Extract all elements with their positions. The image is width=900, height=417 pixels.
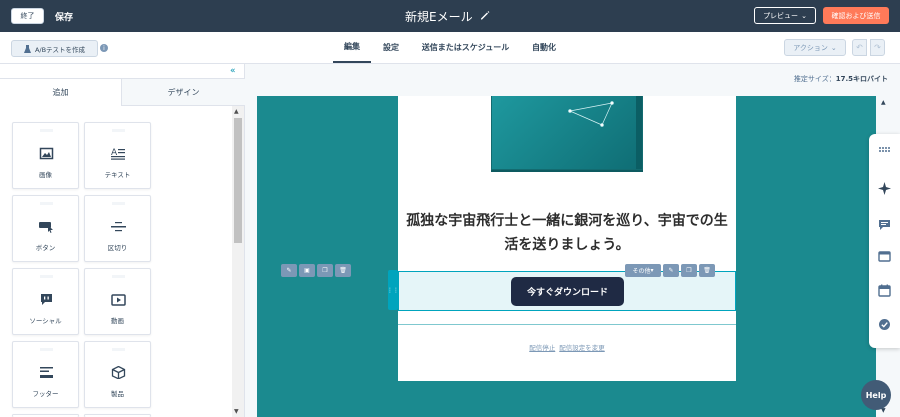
trash-icon[interactable]: 🗑 (699, 264, 715, 277)
save-icon[interactable]: ▣ (299, 264, 315, 277)
scroll-up-icon[interactable]: ▲ (881, 99, 886, 106)
actions-dropdown[interactable]: アクション ⌄ (784, 39, 846, 56)
email-canvas: 孤独な宇宙飛行士と一緒に銀河を巡り、宇宙での生活を送りましょう。 今すぐダウンロ… (257, 96, 876, 417)
product-icon (111, 366, 126, 379)
tab-add[interactable]: 追加 (0, 78, 122, 106)
left-panel: « 追加 デザイン 画像 A テキスト ボタン 区切り ソーシャル 動画 フッタ… (0, 64, 245, 417)
divider-icon (111, 222, 126, 232)
grid-dots-icon[interactable] (878, 143, 891, 156)
estimated-size-value: 17.5キロバイト (835, 75, 888, 83)
module-label: フッター (32, 390, 59, 398)
module-divider[interactable]: 区切り (84, 195, 151, 262)
drag-grip-icon (40, 275, 53, 278)
drag-grip-icon (112, 202, 125, 205)
canvas-header: 推定サイズ：17.5キロバイト (246, 64, 900, 96)
module-video[interactable]: 動画 (84, 268, 151, 335)
copy-icon[interactable]: ❐ (317, 264, 333, 277)
tab-design[interactable]: デザイン (122, 78, 245, 106)
drag-handle-icon[interactable]: ⋮⋮ (387, 270, 399, 310)
email-title: 新規Eメール (405, 10, 473, 24)
drag-grip-icon (40, 348, 53, 351)
browser-icon[interactable] (878, 250, 891, 263)
social-icon (41, 294, 52, 305)
tab-automation[interactable]: 自動化 (526, 32, 562, 63)
footer-icon (40, 367, 53, 378)
unsubscribe-link[interactable]: 配信停止 (529, 344, 555, 352)
info-icon[interactable]: i (100, 44, 108, 52)
trash-icon[interactable]: 🗑 (335, 264, 351, 277)
tab-settings[interactable]: 設定 (377, 32, 405, 63)
comment-icon[interactable] (878, 218, 891, 231)
module-label: 動画 (111, 317, 124, 325)
module-social[interactable]: ソーシャル (12, 268, 79, 335)
editor-toolbar: A/Bテストを作成 i 編集 設定 送信またはスケジュール 自動化 アクション … (0, 32, 900, 64)
ab-test-button[interactable]: A/Bテストを作成 (11, 40, 98, 57)
video-icon (111, 294, 126, 306)
scroll-down-icon[interactable]: ▼ (234, 408, 239, 415)
more-label: その他 (632, 268, 651, 275)
ab-test-label: A/Bテストを作成 (34, 45, 86, 54)
module-label: 画像 (39, 171, 52, 179)
redo-icon[interactable]: ↷ (870, 39, 885, 56)
scrollbar-thumb[interactable] (234, 118, 242, 243)
text-icon: A (111, 148, 125, 160)
email-headline[interactable]: 孤独な宇宙飛行士と一緒に銀河を巡り、宇宙での生活を送りましょう。 (406, 209, 728, 257)
button-icon (39, 222, 53, 233)
module-label: ボタン (35, 244, 56, 252)
estimated-size: 推定サイズ：17.5キロバイト (794, 74, 888, 84)
module-label: ソーシャル (29, 317, 62, 325)
side-toolbar (869, 134, 900, 348)
module-label: 製品 (111, 390, 124, 398)
undo-icon[interactable]: ↶ (852, 39, 867, 56)
scroll-up-icon[interactable]: ▲ (234, 108, 239, 115)
preview-button[interactable]: プレビュー ⌄ (754, 7, 816, 24)
section-toolbar: ✎ ▣ ❐ 🗑 (281, 264, 351, 277)
review-and-send-button[interactable]: 確認および送信 (823, 7, 889, 24)
save-button[interactable]: 保存 (55, 10, 73, 23)
module-toolbar: その他 ▾ ✎ ❐ 🗑 (625, 264, 715, 277)
pencil-icon[interactable]: ✎ (663, 264, 679, 277)
copy-icon[interactable]: ❐ (681, 264, 697, 277)
pencil-icon[interactable] (479, 9, 491, 21)
exit-button[interactable]: 終了 (11, 8, 44, 24)
drag-grip-icon (112, 129, 125, 132)
email-body: 孤独な宇宙飛行士と一緒に銀河を巡り、宇宙での生活を送りましょう。 今すぐダウンロ… (398, 96, 736, 381)
module-footer[interactable]: フッター (12, 341, 79, 408)
drag-grip-icon (112, 275, 125, 278)
module-image[interactable]: 画像 (12, 122, 79, 189)
email-divider (398, 324, 736, 325)
more-dropdown[interactable]: その他 ▾ (625, 264, 661, 277)
download-now-button[interactable]: 今すぐダウンロード (511, 277, 624, 306)
collapse-panel-icon[interactable]: « (230, 66, 236, 76)
panel-scrollbar[interactable]: ▲ ▼ (232, 106, 244, 417)
chevron-down-icon: ⌄ (801, 11, 807, 20)
module-label: 区切り (107, 244, 128, 252)
book-image[interactable] (491, 96, 643, 170)
flask-icon (23, 44, 31, 53)
estimated-size-label: 推定サイズ： (793, 75, 836, 83)
cta-module[interactable]: 今すぐダウンロード (398, 271, 736, 311)
module-product[interactable]: 製品 (84, 341, 151, 408)
calendar-icon[interactable] (878, 284, 891, 297)
module-text[interactable]: A テキスト (84, 122, 151, 189)
email-footer: 配信停止 配信設定を変更 (398, 342, 736, 352)
top-bar: 終了 保存 新規Eメール プレビュー ⌄ 確認および送信 (0, 0, 900, 32)
image-icon (39, 147, 54, 160)
drag-grip-icon (112, 348, 125, 351)
tab-send-or-schedule[interactable]: 送信またはスケジュール (418, 32, 513, 63)
module-label: テキスト (104, 171, 131, 179)
module-button[interactable]: ボタン (12, 195, 79, 262)
actions-label: アクション (793, 43, 828, 52)
drag-grip-icon (40, 202, 53, 205)
sparkle-icon[interactable] (878, 182, 891, 195)
manage-preferences-link[interactable]: 配信設定を変更 (559, 344, 605, 352)
check-circle-icon[interactable] (878, 318, 891, 331)
preview-label: プレビュー (763, 11, 799, 20)
constellation-graphic (568, 101, 614, 127)
pencil-icon[interactable]: ✎ (281, 264, 297, 277)
tab-edit[interactable]: 編集 (333, 32, 371, 63)
chevron-down-icon: ⌄ (830, 43, 837, 52)
help-button[interactable]: Help (861, 380, 891, 410)
drag-grip-icon (40, 129, 53, 132)
